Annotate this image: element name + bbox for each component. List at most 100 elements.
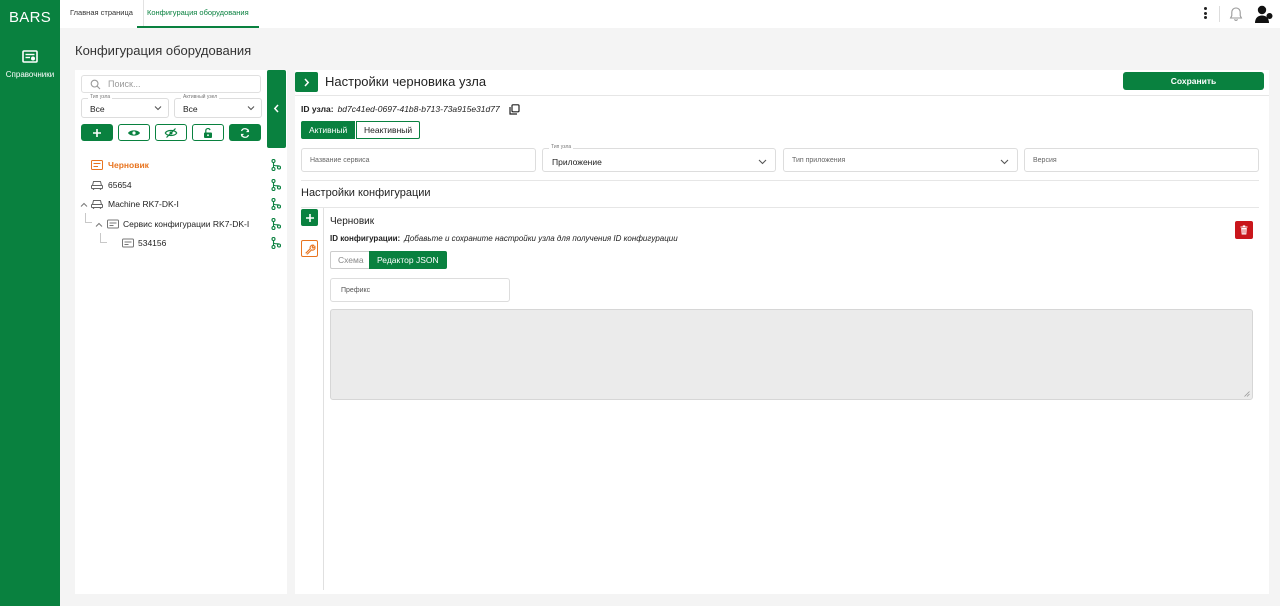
tab-home[interactable]: Главная страница <box>60 0 144 28</box>
unlock-button[interactable] <box>192 124 224 141</box>
config-id-hint: Добавьте и сохраните настройки узла для … <box>404 234 678 243</box>
chevron-down-icon <box>154 106 162 111</box>
config-settings-button[interactable] <box>301 240 318 257</box>
chevron-right-icon <box>304 78 310 87</box>
prefix-field[interactable]: Префикс <box>330 278 510 302</box>
config-list-divider <box>323 208 324 590</box>
trash-icon <box>1240 225 1248 235</box>
search-input[interactable]: Поиск... <box>81 75 261 93</box>
add-node-button[interactable] <box>81 124 113 141</box>
add-icon <box>305 213 314 222</box>
node-type-value: Приложение <box>552 157 602 167</box>
chevron-up-icon[interactable] <box>95 220 103 230</box>
chevron-up-icon[interactable] <box>80 200 88 210</box>
copy-icon[interactable] <box>509 104 520 115</box>
tree-item-label: Черновик <box>108 160 149 170</box>
config-id-label: ID конфигурации: <box>330 234 401 243</box>
active-node-label: Активный узел <box>181 94 220 100</box>
user-avatar-icon[interactable] <box>1254 4 1274 24</box>
node-id-row: ID узла: bd7c41ed-0697-41b8-b713-73a915e3… <box>301 104 500 114</box>
unlock-icon <box>204 127 212 138</box>
service-icon <box>107 219 119 229</box>
node-type-label: Тип узла <box>88 94 113 100</box>
version-placeholder: Версия <box>1033 157 1057 164</box>
service-icon <box>122 238 134 248</box>
tree-item-machine[interactable]: Machine RK7-DK-I <box>75 195 287 213</box>
refresh-icon <box>240 127 250 138</box>
node-tree-panel: Поиск... Тип узла Все Активный узел Все … <box>75 70 287 594</box>
rail-item-label: Справочники <box>5 70 55 79</box>
eye-off-icon <box>164 127 178 138</box>
chevron-down-icon <box>1000 159 1009 165</box>
hide-nodes-button[interactable] <box>155 124 187 141</box>
branch-icon[interactable] <box>271 237 281 249</box>
config-name: Черновик <box>330 216 375 227</box>
device-icon <box>91 200 103 209</box>
tree-item-label: Machine RK7-DK-I <box>108 199 179 209</box>
search-icon <box>90 79 101 90</box>
add-config-button[interactable] <box>301 209 318 226</box>
brand-logo[interactable]: BARS <box>0 9 60 26</box>
branch-icon[interactable] <box>271 198 281 210</box>
node-type-select[interactable]: Тип узла Все <box>81 94 169 118</box>
rail-item-catalog[interactable]: Справочники <box>0 46 60 86</box>
status-active-toggle[interactable]: Активный <box>301 121 356 139</box>
tab-json-editor[interactable]: Редактор JSON <box>369 251 447 269</box>
chevron-left-icon <box>273 104 279 113</box>
tab-schema[interactable]: Схема <box>330 251 372 269</box>
status-inactive-toggle[interactable]: Неактивный <box>356 121 421 139</box>
active-node-select[interactable]: Активный узел Все <box>174 94 262 118</box>
add-icon <box>93 128 101 137</box>
divider <box>295 95 1269 96</box>
app-type-placeholder: Тип приложения <box>792 157 846 164</box>
tree-item-label: Сервис конфигурации RK7-DK-I <box>123 219 250 229</box>
node-id-label: ID узла: <box>301 104 334 114</box>
node-id-value: bd7c41ed-0697-41b8-b713-73a915e31d77 <box>337 104 500 114</box>
collapse-panel-button[interactable] <box>267 70 286 148</box>
panel-title: Настройки черновика узла <box>325 74 487 89</box>
branch-icon[interactable] <box>271 159 281 171</box>
toolbar-divider <box>1219 6 1220 22</box>
branch-icon[interactable] <box>271 218 281 230</box>
node-type-value: Все <box>90 104 105 114</box>
tree-item-label: 65654 <box>108 180 132 190</box>
service-name-field[interactable]: Название сервиса <box>301 148 536 172</box>
json-editor-textarea[interactable] <box>330 309 1253 400</box>
config-section-title: Настройки конфигурации <box>301 187 431 199</box>
chevron-down-icon <box>758 159 767 165</box>
wrench-icon <box>304 244 315 254</box>
tree-item-label: 534156 <box>138 238 167 248</box>
catalog-icon <box>22 50 38 63</box>
resize-handle-icon[interactable] <box>1244 391 1250 397</box>
divider <box>301 207 1259 208</box>
kebab-menu-icon[interactable] <box>1202 7 1208 21</box>
refresh-button[interactable] <box>229 124 261 141</box>
tree-item-534156[interactable]: 534156 <box>75 234 287 252</box>
bell-icon[interactable] <box>1228 6 1244 22</box>
delete-config-button[interactable] <box>1235 221 1253 239</box>
show-nodes-button[interactable] <box>118 124 150 141</box>
device-icon <box>91 181 103 190</box>
divider <box>301 180 1259 181</box>
branch-icon[interactable] <box>271 179 281 191</box>
eye-icon <box>128 129 140 136</box>
save-button[interactable]: Сохранить <box>1123 72 1264 90</box>
node-type-label: Тип узла <box>549 144 574 150</box>
service-name-placeholder: Название сервиса <box>310 157 370 164</box>
prefix-placeholder: Префикс <box>341 287 371 294</box>
chevron-down-icon <box>247 106 255 111</box>
tree-item-config-service[interactable]: Сервис конфигурации RK7-DK-I <box>75 215 287 233</box>
expand-panel-button[interactable] <box>295 72 318 92</box>
node-type-field[interactable]: Тип узла Приложение <box>542 144 776 172</box>
top-bar: Главная страница Конфигурация оборудован… <box>60 0 1280 28</box>
app-rail: BARS Справочники <box>0 0 60 606</box>
app-type-field[interactable]: Тип приложения <box>783 148 1018 172</box>
tab-equipment-config[interactable]: Конфигурация оборудования <box>137 0 259 28</box>
active-node-value: Все <box>183 104 198 114</box>
draft-icon <box>91 160 103 170</box>
tree-item-draft[interactable]: Черновик <box>75 156 287 174</box>
tree-item-65654[interactable]: 65654 <box>75 176 287 194</box>
config-id-row: ID конфигурации: Добавьте и сохраните нас… <box>330 234 678 243</box>
node-settings-panel: Настройки черновика узла Сохранить ID уз… <box>295 70 1269 594</box>
version-field[interactable]: Версия <box>1024 148 1259 172</box>
